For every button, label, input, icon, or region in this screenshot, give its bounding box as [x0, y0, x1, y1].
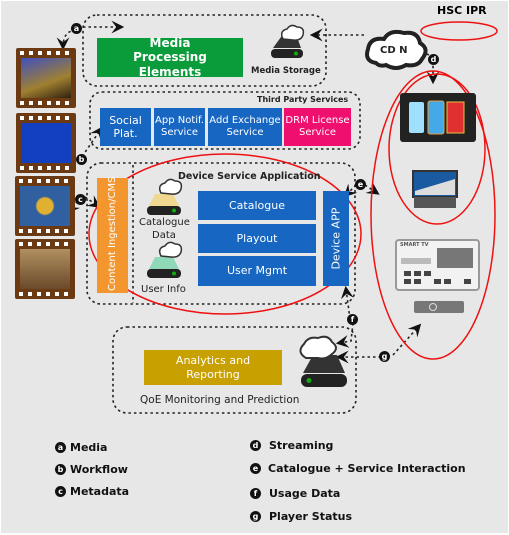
smart-tv-label: SMART TV: [400, 242, 429, 248]
legend-item-player-status: g Player Status: [250, 510, 352, 523]
media-processing-box: Media Processing Elements: [97, 36, 243, 79]
legend-item-workflow: b Workflow: [55, 463, 128, 476]
hsc-ipr-ellipse: [420, 21, 498, 41]
drm-license-box: DRM License Service: [284, 108, 351, 146]
marker-d: d: [428, 54, 439, 65]
smartphone-tablet-icon: [400, 93, 476, 142]
legend-item-media: a Media: [55, 441, 107, 454]
legend-item-usage-data: f Usage Data: [250, 487, 340, 500]
device-app-label: Device APP: [329, 207, 343, 270]
film-strip-icon: [16, 113, 76, 173]
marker-a: a: [71, 23, 82, 34]
remote-icon: [414, 301, 464, 313]
app-notification-box: App Notif. Service: [154, 108, 205, 146]
marker-f: f: [347, 314, 358, 325]
catalogue-module: Catalogue: [198, 191, 316, 220]
content-ingestion-box: Content Ingestion/CMS: [97, 176, 128, 293]
marker-b: b: [76, 154, 87, 165]
qoe-title: QoE Monitoring and Prediction: [140, 394, 300, 406]
third-party-title: Third Party Services: [257, 95, 349, 104]
marker-e: e: [355, 179, 366, 190]
film-strip-icon: [15, 239, 75, 299]
ad-exchange-box: Add Exchange Service: [208, 108, 282, 146]
analytics-reporting-box: Analytics and Reporting: [144, 350, 282, 385]
playout-module: Playout: [198, 224, 316, 253]
marker-c: c: [75, 194, 86, 205]
social-platform-box: Social Plat.: [100, 108, 151, 146]
legend-item-metadata: c Metadata: [55, 485, 129, 498]
laptop-icon: [412, 170, 458, 208]
media-storage-icon: [271, 24, 305, 58]
user-info-icon: [147, 241, 183, 278]
user-mgmt-module: User Mgmt: [198, 256, 316, 286]
film-strip-icon: [16, 48, 76, 108]
catalogue-data-label: Catalogue Data: [139, 217, 190, 241]
content-ingestion-label: Content Ingestion/CMS: [106, 176, 118, 291]
user-info-label: User Info: [141, 284, 186, 295]
cdn-label: CD N: [380, 45, 408, 56]
qoe-server-icon: [299, 335, 347, 387]
hsc-ipr-title: HSC IPR: [437, 4, 487, 17]
marker-g: g: [379, 351, 390, 362]
architecture-diagram: HSC IPR Media Processing Elements Media …: [1, 1, 508, 533]
legend-item-catalogue-service: e Catalogue + Service Interaction: [250, 462, 466, 475]
film-strip-icon: [15, 176, 75, 236]
dsa-title: Device Service Application: [178, 171, 321, 182]
media-storage-label: Media Storage: [251, 66, 321, 76]
catalogue-data-icon: [147, 178, 183, 215]
device-app-box: Device APP: [323, 191, 349, 286]
legend-item-streaming: d Streaming: [250, 439, 333, 452]
